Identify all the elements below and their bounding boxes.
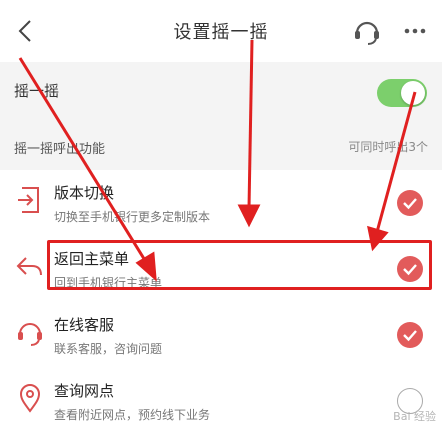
shake-setting-row: 摇一摇 [0,62,442,120]
list-item-version-switch[interactable]: 版本切换 切换至手机银行更多定制版本 [0,170,442,236]
return-icon [16,257,42,276]
headset-icon[interactable] [352,16,382,46]
item-subtitle: 切换至手机银行更多定制版本 [54,210,211,224]
item-subtitle: 查看附近网点，预约线下业务 [54,408,211,422]
checked-icon[interactable] [397,190,423,216]
list-item-online-service[interactable]: 在线客服 联系客服，咨询问题 [0,302,442,368]
highlight-box [47,240,432,290]
switch-icon [18,187,39,213]
headset-icon [18,323,42,346]
header-bar: 设置摇一摇 [0,0,442,62]
watermark: Bai 经验 [393,410,436,423]
location-icon [19,384,41,413]
item-title: 在线客服 [54,316,115,334]
section-header: 摇一摇呼出功能 可同时呼出3个 [0,120,442,170]
list-item-find-branch[interactable]: 查询网点 查看附近网点，预约线下业务 [0,368,442,428]
more-options-icon[interactable] [400,16,430,46]
shake-toggle[interactable] [377,79,427,107]
shake-label: 摇一摇 [14,82,60,100]
checked-icon[interactable] [397,322,423,348]
item-title: 版本切换 [54,184,115,202]
section-note: 可同时呼出3个 [348,140,428,154]
section-title: 摇一摇呼出功能 [14,142,106,157]
item-subtitle: 联系客服，咨询问题 [54,342,163,356]
item-title: 查询网点 [54,382,115,400]
toggle-knob [401,81,425,105]
